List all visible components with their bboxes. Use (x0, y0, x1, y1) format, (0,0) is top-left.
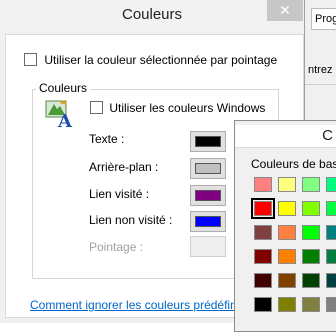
base-color-swatch[interactable] (302, 297, 320, 312)
use-selection-color-option[interactable]: Utiliser la couleur sélectionnée par poi… (24, 52, 277, 67)
unvisited-link-color-swatch (195, 216, 221, 227)
colors-group-title: Couleurs (36, 81, 91, 95)
use-windows-colors-checkbox[interactable] (90, 101, 103, 115)
colors-app-icon: A (45, 100, 73, 129)
background-text: ntrez c (308, 64, 336, 76)
base-color-swatch[interactable] (278, 201, 296, 216)
text-color-swatch (195, 136, 221, 147)
base-color-swatch[interactable] (254, 273, 272, 288)
base-color-swatch[interactable] (326, 201, 336, 216)
base-color-swatch[interactable] (326, 249, 336, 264)
base-color-swatch[interactable] (302, 249, 320, 264)
base-color-swatch[interactable] (302, 177, 320, 192)
dialog-title: Couleurs (121, 6, 183, 23)
use-windows-colors-option[interactable]: Utiliser les couleurs Windows (90, 100, 265, 115)
hover-color-label: Pointage : (89, 240, 144, 254)
visited-link-color-button[interactable] (190, 185, 226, 206)
help-link[interactable]: Comment ignorer les couleurs prédéfinies (30, 298, 252, 312)
base-color-swatch[interactable] (326, 225, 336, 240)
base-color-swatch[interactable] (326, 177, 336, 192)
use-selection-color-label: Utiliser la couleur sélectionnée par poi… (44, 52, 278, 67)
base-color-swatch[interactable] (278, 225, 296, 240)
text-color-button[interactable] (190, 131, 226, 152)
text-color-label: Texte : (89, 132, 125, 146)
base-color-swatch[interactable] (302, 201, 320, 216)
base-color-swatch[interactable] (254, 249, 272, 264)
hover-color-button (190, 236, 226, 257)
background-color-button[interactable] (190, 158, 226, 179)
background-tab[interactable]: Progr (311, 8, 336, 30)
base-color-swatch[interactable] (254, 297, 272, 312)
base-color-swatch[interactable] (302, 225, 320, 240)
base-color-swatch[interactable] (326, 297, 336, 312)
unvisited-link-color-button[interactable] (190, 211, 226, 232)
background-color-label: Arrière-plan : (89, 160, 159, 174)
close-button[interactable]: ✕ (267, 0, 303, 21)
color-picker-dialog: C Couleurs de base (234, 120, 336, 332)
use-selection-color-checkbox[interactable] (24, 53, 37, 67)
base-color-swatch[interactable] (254, 225, 272, 240)
base-color-swatch[interactable] (302, 273, 320, 288)
visited-link-color-label: Lien visité : (89, 187, 150, 201)
base-color-swatch[interactable] (278, 273, 296, 288)
use-windows-colors-label: Utiliser les couleurs Windows (109, 100, 266, 115)
unvisited-link-color-label: Lien non visité : (89, 213, 173, 227)
base-color-swatch[interactable] (326, 273, 336, 288)
base-color-swatch[interactable] (278, 297, 296, 312)
color-picker-title: C (235, 125, 336, 148)
base-color-swatch[interactable] (254, 177, 272, 192)
base-color-swatch[interactable] (278, 177, 296, 192)
base-color-swatch[interactable] (251, 198, 275, 219)
title-bar: Couleurs ✕ (0, 0, 304, 32)
base-colors-label: Couleurs de base (251, 157, 336, 171)
background-divider (300, 84, 336, 85)
background-color-swatch (195, 163, 221, 174)
svg-text:A: A (57, 111, 73, 129)
close-icon: ✕ (279, 2, 291, 18)
base-color-swatch[interactable] (278, 249, 296, 264)
visited-link-color-swatch (195, 190, 221, 201)
